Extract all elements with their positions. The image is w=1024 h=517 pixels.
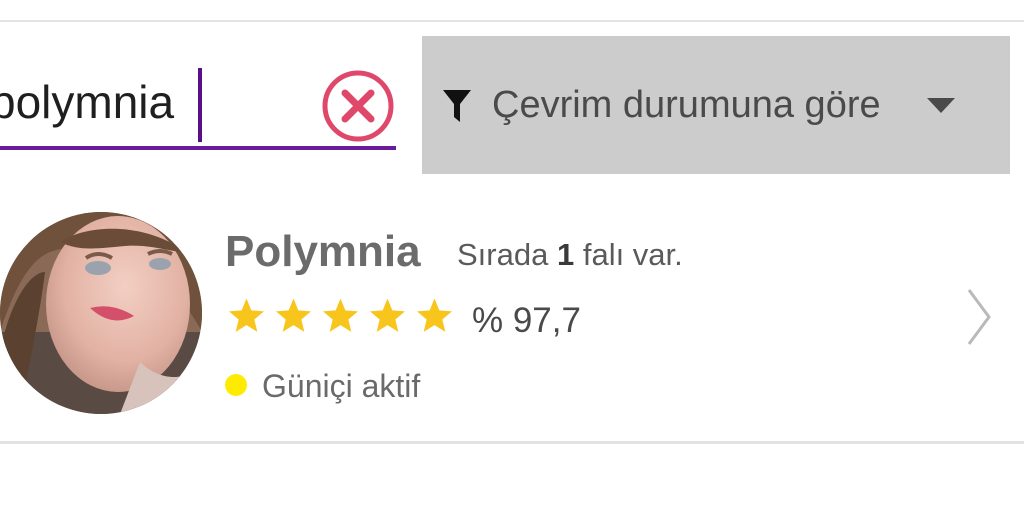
caret-down-icon <box>927 98 955 113</box>
top-divider <box>0 20 1024 22</box>
online-status: Güniçi aktif <box>262 368 421 404</box>
star-icon <box>417 298 452 332</box>
status-dot <box>225 374 247 396</box>
search-results-screen: polymnia Çevrim durumuna göre Polymnia S… <box>0 0 1024 517</box>
star-icon <box>323 298 358 332</box>
star-icon <box>276 298 311 332</box>
avatar <box>0 212 202 414</box>
star-icon <box>370 298 405 332</box>
close-circle-icon <box>322 70 394 142</box>
chevron-right-icon[interactable] <box>966 287 992 347</box>
rating-percentage: % 97,7 <box>472 301 581 340</box>
filter-label: Çevrim durumuna göre <box>492 84 881 126</box>
star-icon <box>229 298 264 332</box>
row-divider <box>0 441 1024 444</box>
rating-stars <box>226 296 455 336</box>
filter-icon <box>443 90 471 122</box>
fortune-teller-list-item[interactable]: Polymnia Sırada 1 falı var. % 97,7 Güniç… <box>0 195 1024 443</box>
search-underline <box>0 146 396 150</box>
search-input-value[interactable]: polymnia <box>0 72 174 132</box>
search-field[interactable]: polymnia <box>0 64 396 154</box>
clear-search-button[interactable] <box>320 68 396 144</box>
status-filter-dropdown[interactable]: Çevrim durumuna göre <box>422 36 1010 174</box>
queue-info: Sırada 1 falı var. <box>457 237 683 272</box>
fortune-teller-name: Polymnia <box>225 227 421 276</box>
text-cursor <box>198 68 202 142</box>
